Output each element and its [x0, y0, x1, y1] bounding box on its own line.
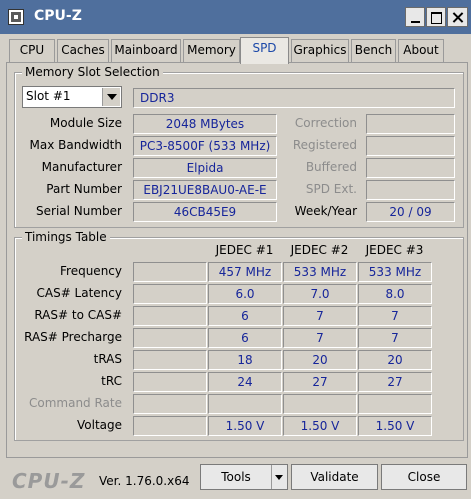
timing-row-label: tRC	[101, 374, 122, 388]
spd-ext-field	[366, 180, 455, 200]
timing-cell: 6	[208, 306, 282, 326]
timing-cell: 1.50 V	[358, 416, 432, 436]
version-text: Ver. 1.76.0.x64	[99, 474, 190, 488]
timing-row-label: RAS# Precharge	[24, 330, 122, 344]
timing-spacer	[133, 328, 207, 348]
manufacturer-field: Elpida	[133, 158, 277, 178]
timing-cell	[358, 394, 432, 414]
serial-number-label: Serial Number	[36, 204, 122, 218]
tools-label: Tools	[221, 470, 251, 484]
timing-cell: 1.50 V	[208, 416, 282, 436]
timing-spacer	[133, 284, 207, 304]
timing-spacer	[133, 262, 207, 282]
close-icon[interactable]	[447, 7, 468, 27]
timing-spacer	[133, 416, 207, 436]
tab-mainboard[interactable]: Mainboard	[111, 39, 181, 62]
chevron-down-icon[interactable]	[271, 465, 287, 489]
manufacturer-label: Manufacturer	[41, 160, 122, 174]
tab-cpu[interactable]: CPU	[9, 39, 55, 62]
timing-cell: 27	[283, 372, 357, 392]
buffered-label: Buffered	[305, 160, 357, 174]
timing-cell: 18	[208, 350, 282, 370]
close-button[interactable]: Close	[381, 464, 467, 490]
timing-cell: 7	[283, 328, 357, 348]
registered-label: Registered	[292, 138, 357, 152]
timing-cell	[208, 394, 282, 414]
timing-cell: 7	[358, 328, 432, 348]
slot-select[interactable]: Slot #1	[22, 86, 122, 108]
timing-spacer	[133, 306, 207, 326]
timing-row-label: Command Rate	[28, 396, 122, 410]
correction-field	[366, 114, 455, 134]
timing-cell: 7	[358, 306, 432, 326]
memory-slot-legend: Memory Slot Selection	[22, 65, 163, 79]
app-icon	[8, 9, 24, 25]
title-bar[interactable]: CPU-Z	[0, 0, 471, 34]
timing-row-label: tRAS	[93, 352, 122, 366]
spd-ext-label: SPD Ext.	[305, 182, 357, 196]
timing-cell: 1.50 V	[283, 416, 357, 436]
timing-row-label: Frequency	[60, 264, 122, 278]
timing-cell: 27	[358, 372, 432, 392]
timing-spacer	[133, 350, 207, 370]
minimize-icon[interactable]	[405, 7, 425, 27]
timing-row-label: RAS# to CAS#	[34, 308, 122, 322]
correction-label: Correction	[294, 116, 357, 130]
maximize-icon[interactable]	[426, 7, 446, 27]
part-number-field: EBJ21UE8BAU0-AE-E	[133, 180, 277, 200]
timing-cell: 6.0	[208, 284, 282, 304]
week-year-label: Week/Year	[294, 204, 357, 218]
tools-button[interactable]: Tools	[200, 464, 288, 490]
timings-legend: Timings Table	[22, 230, 110, 244]
timing-cell: 7	[283, 306, 357, 326]
max-bandwidth-field: PC3-8500F (533 MHz)	[133, 136, 277, 156]
timing-row-label: Voltage	[76, 418, 122, 432]
registered-field	[366, 136, 455, 156]
timing-cell: 6	[208, 328, 282, 348]
module-size-field: 2048 MBytes	[133, 114, 277, 134]
tab-bench[interactable]: Bench	[351, 39, 396, 62]
timing-cell: 533 MHz	[283, 262, 357, 282]
timing-cell: 533 MHz	[358, 262, 432, 282]
col-header: JEDEC #1	[215, 243, 274, 257]
tab-about[interactable]: About	[398, 39, 444, 62]
window-title: CPU-Z	[34, 8, 82, 24]
timing-cell	[283, 394, 357, 414]
max-bandwidth-label: Max Bandwidth	[29, 138, 122, 152]
tab-graphics[interactable]: Graphics	[291, 39, 349, 62]
slot-select-value: Slot #1	[26, 89, 71, 103]
timing-cell: 457 MHz	[208, 262, 282, 282]
timing-cell: 20	[283, 350, 357, 370]
col-header: JEDEC #3	[365, 243, 424, 257]
timing-cell: 8.0	[358, 284, 432, 304]
timing-spacer	[133, 372, 207, 392]
cpuz-logo: CPU-Z	[12, 469, 86, 493]
timing-cell: 24	[208, 372, 282, 392]
week-year-field: 20 / 09	[366, 202, 455, 222]
timing-cell: 20	[358, 350, 432, 370]
module-size-label: Module Size	[49, 116, 122, 130]
memory-type-field: DDR3	[133, 88, 455, 108]
timing-cell: 7.0	[283, 284, 357, 304]
validate-button[interactable]: Validate	[291, 464, 378, 490]
col-header: JEDEC #2	[290, 243, 349, 257]
timing-row-label: CAS# Latency	[36, 286, 122, 300]
timing-spacer	[133, 394, 207, 414]
serial-number-field: 46CB45E9	[133, 202, 277, 222]
buffered-field	[366, 158, 455, 178]
part-number-label: Part Number	[46, 182, 122, 196]
tab-spd[interactable]: SPD	[240, 37, 289, 64]
chevron-down-icon[interactable]	[102, 88, 120, 106]
tab-caches[interactable]: Caches	[57, 39, 109, 62]
tab-memory[interactable]: Memory	[183, 39, 240, 62]
